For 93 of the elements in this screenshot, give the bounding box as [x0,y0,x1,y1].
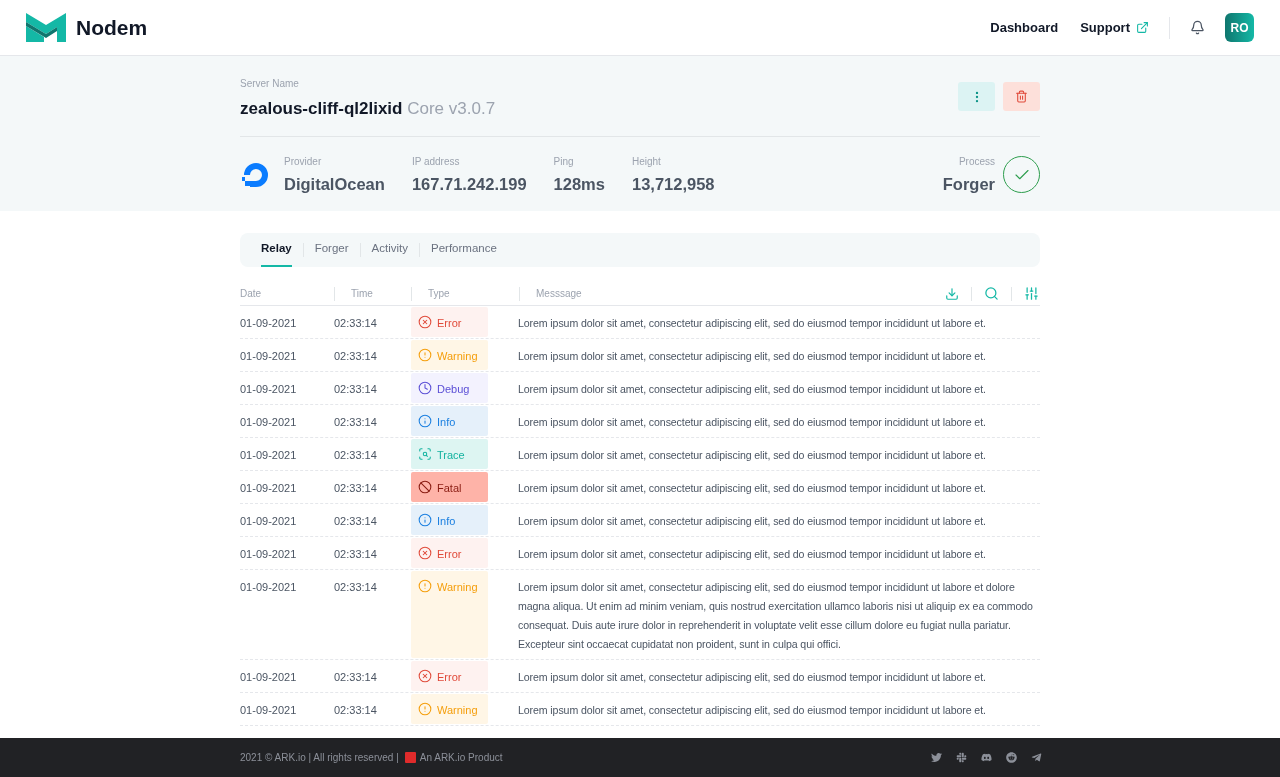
date-cell-text: 01-09-2021 [240,448,298,463]
ban-icon [418,480,432,494]
log-type-badge: Error [411,661,488,691]
logo-icon [26,13,66,42]
column-header: Messsage [536,287,582,301]
date-cell-text: 01-09-2021 [240,670,298,685]
date-cell-text: 01-09-2021 [240,580,298,595]
message-cell-text: Lorem ipsum dolor sit amet, consectetur adipiscing elit, sed do eiusmod tempor incididunt ut labore et. [518,448,987,463]
twitter-icon[interactable] [931,752,942,763]
date-cell-text: 01-09-2021 [240,316,298,331]
x-circle-icon [418,546,432,560]
column-header: Date [240,287,262,301]
time-cell-text: 02:33:14 [334,481,378,496]
user-avatar[interactable]: RO [1225,13,1254,42]
log-type-badge: Trace [411,439,488,469]
stat-label: IP address [411,154,461,169]
time-cell-text: 02:33:14 [334,670,378,685]
trash-icon [1015,90,1028,103]
nav-link[interactable]: Support [1080,17,1149,38]
field-label: Server Name [240,77,300,91]
stat-value: 128ms [553,173,605,195]
server-name: zealous-cliff-ql2lixid [240,99,403,118]
time-cell-text: 02:33:14 [334,349,378,364]
discord-icon[interactable] [981,752,992,763]
stat-value: 13,712,958 [631,173,715,195]
slack-icon[interactable] [956,752,967,763]
info-icon [418,414,432,428]
message-cell-text: Lorem ipsum dolor sit amet, consectetur adipiscing elit, sed do eiusmod tempor incididunt ut labore et. [518,316,987,331]
exclamation-circle-icon [418,348,432,362]
time-cell-text: 02:33:14 [334,580,378,595]
message-cell-text: Lorem ipsum dolor sit amet, consectetur adipiscing elit, sed do eiusmod tempor incididunt ut labore et. [518,349,987,364]
delete-button[interactable] [1003,82,1040,111]
message-cell-text: Lorem ipsum dolor sit amet, consectetur adipiscing elit, sed do eiusmod tempor incididunt ut labore et dolore magna aliqua. Ut enim ad minim veniam, quis nostrud exercitation ullamco laboris nisi ut aliquip ex ea commodo consequat. Duis aute irure dolor in reprehenderit in voluptate velit esse cillum dolore eu fugiat nulla pariatur. Excepteur sint occaecat cupidatat non proident, sunt in culpa qui offici. [518,580,1034,652]
stat-value: DigitalOcean [284,173,385,195]
message-cell-text: Lorem ipsum dolor sit amet, consectetur adipiscing elit, sed do eiusmod tempor incididunt ut labore et. [518,382,987,397]
tab[interactable]: Forger [314,233,349,267]
date-cell-text: 01-09-2021 [240,382,298,397]
log-type-badge: Fatal [411,472,488,502]
log-type-badge: Warning [411,340,488,370]
tab[interactable]: Relay [261,233,292,267]
server-version: Core v3.0.7 [407,99,496,118]
info-icon [418,513,432,527]
column-header: Time [351,287,373,301]
log-type-badge: Info [411,406,488,436]
stat-label: Height [631,154,662,169]
date-cell-text: 01-09-2021 [240,514,298,529]
nav-link[interactable]: Dashboard [990,17,1059,38]
message-cell-text: Lorem ipsum dolor sit amet, consectetur adipiscing elit, sed do eiusmod tempor incididunt ut labore et. [518,670,987,685]
date-cell-text: 01-09-2021 [240,349,298,364]
notification-icon[interactable] [1190,20,1205,35]
time-cell-text: 02:33:14 [334,382,378,397]
time-cell-text: 02:33:14 [334,316,378,331]
message-cell-text: Lorem ipsum dolor sit amet, consectetur adipiscing elit, sed do eiusmod tempor incididunt ut labore et. [518,415,987,430]
time-cell-text: 02:33:14 [334,547,378,562]
log-type-badge: Info [411,505,488,535]
telegram-icon[interactable] [1031,752,1042,763]
message-cell-text: Lorem ipsum dolor sit amet, consectetur adipiscing elit, sed do eiusmod tempor incididunt ut labore et. [518,547,987,562]
exclamation-circle-icon [418,702,432,716]
x-circle-icon [418,669,432,683]
stat-label: Provider [284,154,323,169]
tab[interactable]: Performance [431,233,497,267]
copyright-text: 2021 © ARK.io | All rights reserved | [240,751,399,765]
log-type-badge: Warning [411,694,488,724]
tab[interactable]: Activity [371,233,408,267]
brand-name: Nodem [76,14,148,41]
ark-logo-icon [404,752,416,763]
message-cell-text: Lorem ipsum dolor sit amet, consectetur adipiscing elit, sed do eiusmod tempor incididunt ut labore et. [518,481,987,496]
log-type-badge: Debug [411,373,488,403]
external-link-icon [1136,21,1149,34]
date-cell-text: 01-09-2021 [240,481,298,496]
stat-label: Ping [553,154,575,169]
date-cell-text: 01-09-2021 [240,703,298,718]
stat-value: Forger [942,173,995,195]
column-header: Type [428,287,450,301]
log-type-badge: Error [411,307,488,337]
time-cell-text: 02:33:14 [334,514,378,529]
stat-value: 167.71.242.199 [411,173,527,195]
product-link[interactable]: An ARK.io Product [419,750,503,765]
date-cell-text: 01-09-2021 [240,415,298,430]
time-cell-text: 02:33:14 [334,703,378,718]
time-cell-text: 02:33:14 [334,415,378,430]
log-type-badge: Warning [411,571,488,658]
reddit-icon[interactable] [1006,752,1017,763]
target-icon [418,447,432,461]
message-cell-text: Lorem ipsum dolor sit amet, consectetur adipiscing elit, sed do eiusmod tempor incididunt ut labore et. [518,514,987,529]
clock-icon [418,381,432,395]
log-type-badge: Error [411,538,488,568]
exclamation-circle-icon [418,579,432,593]
date-cell-text: 01-09-2021 [240,547,298,562]
stat-label: Process [957,154,995,169]
time-cell-text: 02:33:14 [334,448,378,463]
message-cell-text: Lorem ipsum dolor sit amet, consectetur adipiscing elit, sed do eiusmod tempor incididunt ut labore et. [518,703,987,718]
x-circle-icon [418,315,432,329]
